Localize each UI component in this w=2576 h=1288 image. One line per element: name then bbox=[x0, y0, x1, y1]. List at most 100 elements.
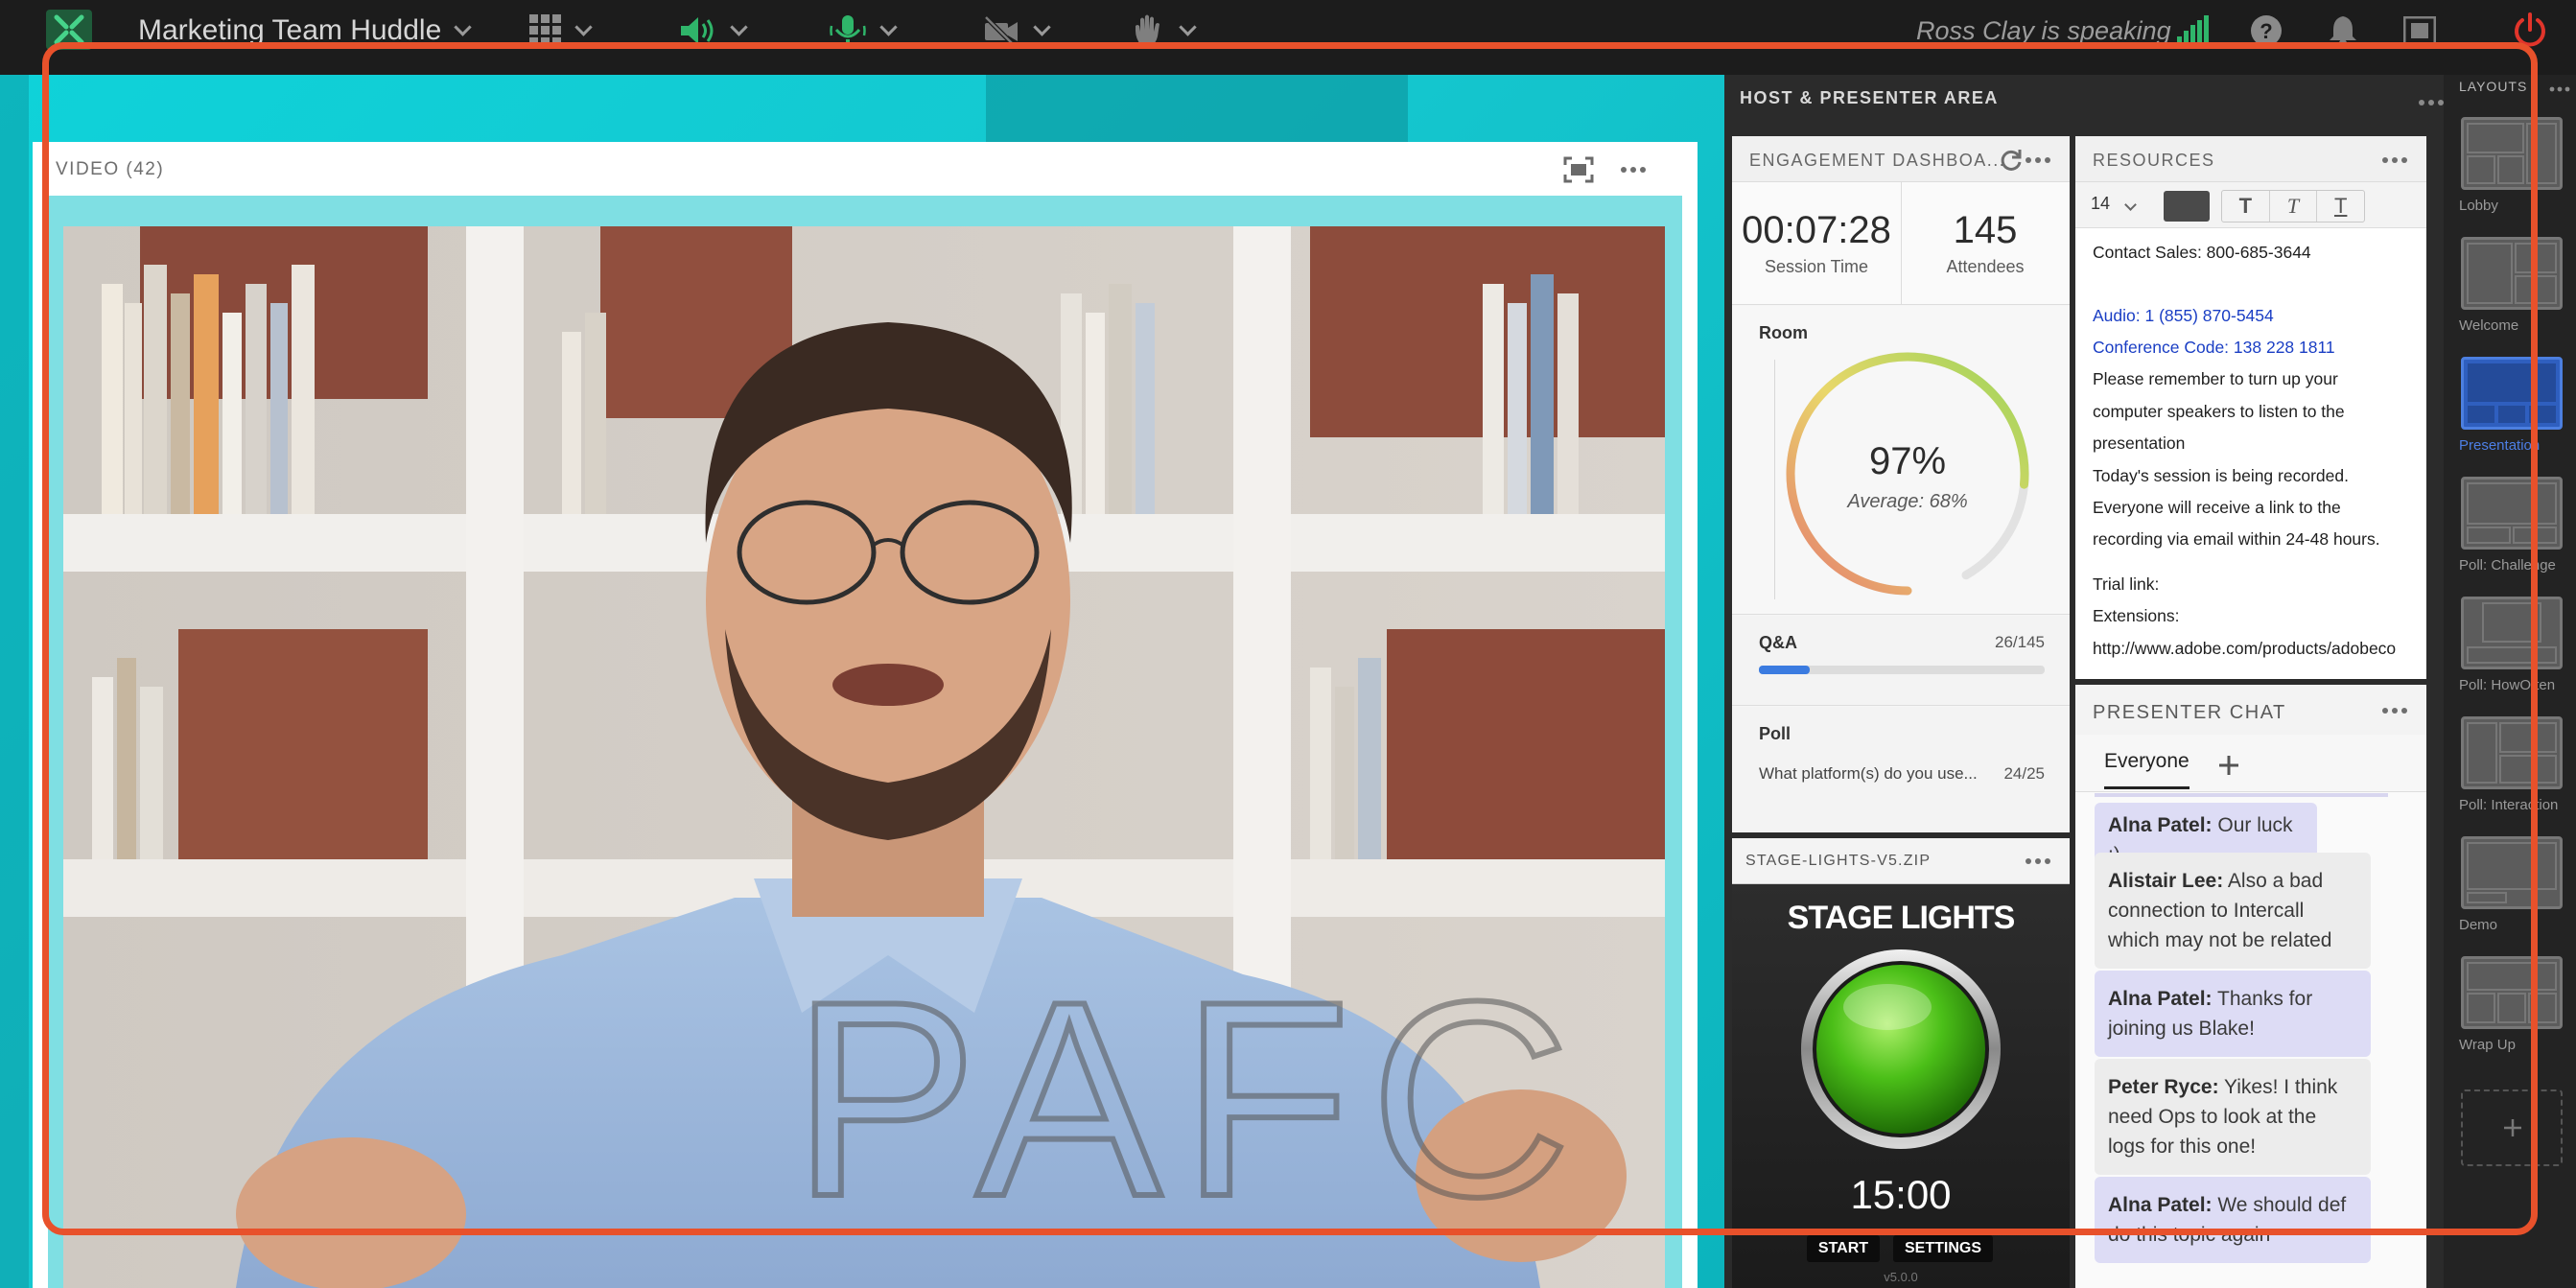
add-chat-tab-icon[interactable] bbox=[2217, 754, 2240, 777]
background-shade bbox=[0, 75, 29, 1288]
room-engagement-gauge: 97% Average: 68% bbox=[1786, 352, 2029, 596]
stage-version: v5.0.0 bbox=[1884, 1270, 1918, 1284]
bold-text-icon[interactable]: T bbox=[2222, 191, 2270, 222]
layout-demo[interactable] bbox=[2461, 836, 2563, 909]
app-window: Marketing Team Huddle Ross Clay is speak… bbox=[0, 0, 2576, 1288]
layout-poll-howoften-thumbnail bbox=[2467, 602, 2557, 664]
chat-messages[interactable]: Alna Patel: Our luck :) Alistair Lee: Al… bbox=[2075, 793, 2426, 1288]
italic-text-icon[interactable]: T bbox=[2270, 191, 2318, 222]
stage-timer: 15:00 bbox=[1850, 1172, 1952, 1217]
resource-line[interactable]: Audio: 1 (855) 870-5454 bbox=[2093, 306, 2274, 326]
layout-poll-interaction[interactable] bbox=[2461, 716, 2563, 789]
session-time-label: Session Time bbox=[1764, 257, 1869, 276]
green-light-icon[interactable] bbox=[1799, 948, 2002, 1151]
meeting-title-menu[interactable]: Marketing Team Huddle bbox=[138, 12, 472, 50]
chevron-down-icon bbox=[879, 17, 898, 36]
top-bar: Marketing Team Huddle Ross Clay is speak… bbox=[0, 0, 2576, 75]
layout-presentation-active[interactable] bbox=[2461, 357, 2563, 430]
chat-pod-header: PRESENTER CHAT bbox=[2075, 685, 2426, 735]
resources-pod: RESOURCES 14 T T T Contact Sales: 800-68… bbox=[2075, 136, 2426, 679]
host-presenter-area: HOST & PRESENTER AREA ENGAGEMENT DASHBOA… bbox=[1724, 75, 2459, 1288]
layout-label-active: Presentation bbox=[2459, 437, 2541, 454]
plus-icon bbox=[2504, 1119, 2521, 1136]
resource-line[interactable]: http://www.adobe.com/products/adobeco bbox=[2093, 639, 2396, 659]
app-logo-icon bbox=[54, 14, 84, 45]
stage-pod-menu-button[interactable] bbox=[2026, 858, 2050, 864]
resources-pod-menu-button[interactable] bbox=[2382, 157, 2407, 163]
font-size-select[interactable]: 14 bbox=[2091, 194, 2143, 219]
poll-section[interactable]: Poll What platform(s) do you use... 24/2… bbox=[1732, 707, 2070, 832]
chevron-down-icon bbox=[454, 17, 472, 36]
chat-tab-everyone[interactable]: Everyone bbox=[2104, 750, 2190, 789]
underline-text-icon[interactable]: T bbox=[2317, 191, 2364, 222]
session-time-value: 00:07:28 bbox=[1742, 209, 1891, 251]
layout-poll-challenge-thumbnail bbox=[2467, 482, 2557, 544]
font-color-swatch[interactable] bbox=[2164, 191, 2210, 222]
app-logo[interactable] bbox=[46, 10, 92, 50]
qa-progress-fill bbox=[1759, 666, 1811, 674]
session-stats: 00:07:28 Session Time 145 Attendees bbox=[1732, 182, 2070, 305]
layout-lobby[interactable] bbox=[2461, 117, 2563, 190]
resource-line: Today's session is being recorded. bbox=[2093, 466, 2349, 485]
refresh-button[interactable] bbox=[1999, 148, 2024, 177]
host-area-menu-button[interactable] bbox=[2419, 100, 2444, 105]
stage-lights-heading: STAGE LIGHTS bbox=[1787, 900, 2016, 936]
resource-line[interactable]: Conference Code: 138 228 1811 bbox=[2093, 338, 2335, 358]
chat-message: Alistair Lee: Also a bad connection to I… bbox=[2095, 853, 2371, 969]
camera-menu[interactable] bbox=[982, 12, 1051, 50]
chat-message: Alna Patel: We should def do this topic … bbox=[2095, 1177, 2371, 1263]
fullscreen-icon bbox=[2403, 16, 2436, 45]
end-meeting-button[interactable] bbox=[2513, 12, 2547, 50]
notifications-button[interactable] bbox=[2329, 12, 2357, 50]
video-pod-menu-button[interactable] bbox=[1621, 167, 1646, 173]
layout-poll-challenge[interactable] bbox=[2461, 477, 2563, 550]
layout-label: Wrap Up bbox=[2459, 1037, 2516, 1053]
stage-settings-button[interactable]: SETTINGS bbox=[1893, 1235, 1993, 1262]
speaker-menu[interactable] bbox=[679, 12, 748, 50]
layout-label: Poll: Challenge bbox=[2459, 557, 2556, 574]
resources-pod-title: RESOURCES bbox=[2093, 151, 2215, 170]
chat-pod-title: PRESENTER CHAT bbox=[2093, 702, 2286, 723]
presenter-video-feed[interactable]: PAFC bbox=[63, 226, 1665, 1288]
background-pillar bbox=[986, 75, 1408, 142]
layout-grid-menu[interactable] bbox=[529, 12, 593, 50]
layout-poll-howoften[interactable] bbox=[2461, 597, 2563, 669]
stage-pod-header: STAGE-LIGHTS-V5.ZIP bbox=[1732, 838, 2070, 884]
chevron-down-icon bbox=[730, 17, 748, 36]
power-icon bbox=[2515, 12, 2545, 47]
stage-start-button[interactable]: START bbox=[1807, 1235, 1880, 1262]
speaker-icon bbox=[681, 17, 714, 44]
raise-hand-menu[interactable] bbox=[1132, 12, 1197, 50]
resources-pod-header: RESOURCES bbox=[2075, 136, 2426, 182]
text-format-toolbar: 14 T T T bbox=[2075, 182, 2426, 228]
add-layout-button[interactable] bbox=[2461, 1089, 2563, 1166]
stage-lights-pod: STAGE-LIGHTS-V5.ZIP STAGE LIGHTS 15:00 S… bbox=[1732, 838, 2070, 1288]
active-speaker-status: Ross Clay is speaking bbox=[1916, 15, 2171, 45]
layout-welcome[interactable] bbox=[2461, 237, 2563, 310]
layout-wrap-up[interactable] bbox=[2461, 956, 2563, 1029]
video-watermark: PAFC bbox=[792, 944, 1590, 1254]
layouts-menu-button[interactable] bbox=[2549, 86, 2570, 92]
attendees-label: Attendees bbox=[1946, 257, 2025, 276]
help-button[interactable]: ? bbox=[2250, 12, 2283, 50]
layout-label: Demo bbox=[2459, 917, 2498, 933]
video-fullscreen-button[interactable] bbox=[1563, 156, 1594, 188]
chat-pod-menu-button[interactable] bbox=[2382, 708, 2407, 714]
engagement-pod-menu-button[interactable] bbox=[2026, 157, 2050, 163]
stage-lights-app: STAGE LIGHTS 15:00 START SETTINGS v5.0.0 bbox=[1732, 884, 2070, 1288]
microphone-menu[interactable] bbox=[829, 12, 898, 50]
chevron-down-icon bbox=[1033, 17, 1051, 36]
layouts-title: LAYOUTS bbox=[2459, 79, 2528, 94]
presenter-chat-pod: PRESENTER CHAT Everyone Alna Patel: Our … bbox=[2075, 685, 2426, 1288]
fullscreen-button[interactable] bbox=[2403, 12, 2436, 50]
microphone-icon bbox=[830, 15, 866, 46]
layout-label: Poll: Interaction bbox=[2459, 797, 2559, 813]
layouts-panel: LAYOUTS Lobby Welcome Presentation Poll:… bbox=[2444, 75, 2576, 1288]
resources-content[interactable]: Contact Sales: 800-685-3644 Audio: 1 (85… bbox=[2075, 229, 2426, 679]
signal-bars-icon bbox=[2177, 15, 2209, 46]
connection-status[interactable] bbox=[2177, 12, 2210, 50]
qa-section[interactable]: Q&A 26/145 bbox=[1732, 616, 2070, 706]
layout-welcome-thumbnail bbox=[2467, 243, 2557, 304]
resource-line: Please remember to turn up your bbox=[2093, 369, 2338, 388]
qa-progress-track bbox=[1759, 666, 2045, 674]
